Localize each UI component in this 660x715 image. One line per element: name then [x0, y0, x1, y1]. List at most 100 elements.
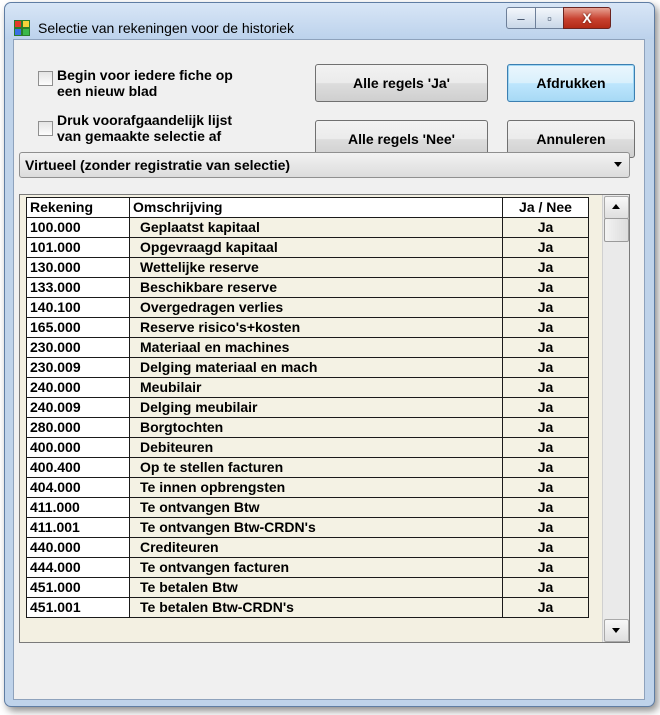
table-row[interactable]: 230.000 Materiaal en machines Ja	[26, 337, 589, 358]
window-title: Selectie van rekeningen voor de historie…	[38, 20, 295, 36]
cell-account: 451.000	[26, 577, 130, 598]
cell-account: 165.000	[26, 317, 130, 338]
cell-yes-no[interactable]: Ja	[502, 377, 589, 398]
table-row[interactable]: 400.000 Debiteuren Ja	[26, 437, 589, 458]
selection-mode-dropdown[interactable]: Virtueel (zonder registratie van selecti…	[19, 152, 630, 178]
cell-description: Te betalen Btw-CRDN's	[129, 597, 503, 618]
table-row[interactable]: 451.000 Te betalen Btw Ja	[26, 577, 589, 598]
accounts-table: Rekening Omschrijving Ja / Nee 100.000 Ge…	[26, 197, 589, 618]
cell-yes-no[interactable]: Ja	[502, 417, 589, 438]
cell-description: Op te stellen facturen	[129, 457, 503, 478]
table-row[interactable]: 411.000 Te ontvangen Btw Ja	[26, 497, 589, 518]
table-row[interactable]: 133.000 Beschikbare reserve Ja	[26, 277, 589, 298]
cell-yes-no[interactable]: Ja	[502, 557, 589, 578]
table-row[interactable]: 411.001 Te ontvangen Btw-CRDN's Ja	[26, 517, 589, 538]
arrow-up-icon	[612, 204, 620, 209]
table-row[interactable]: 140.100 Overgedragen verlies Ja	[26, 297, 589, 318]
close-icon: X	[582, 10, 592, 26]
scroll-thumb[interactable]	[604, 218, 629, 242]
cell-description: Te innen opbrengsten	[129, 477, 503, 498]
print-list-label[interactable]: Druk voorafgaandelijk lijst van gemaakte…	[57, 112, 232, 144]
cell-account: 100.000	[26, 217, 130, 238]
cell-yes-no[interactable]: Ja	[502, 517, 589, 538]
cell-yes-no[interactable]: Ja	[502, 357, 589, 378]
cell-yes-no[interactable]: Ja	[502, 297, 589, 318]
table-row[interactable]: 444.000 Te ontvangen facturen Ja	[26, 557, 589, 578]
cell-account: 400.400	[26, 457, 130, 478]
selection-mode-value: Virtueel (zonder registratie van selecti…	[25, 157, 291, 173]
vertical-scrollbar[interactable]	[602, 195, 629, 642]
cell-yes-no[interactable]: Ja	[502, 217, 589, 238]
cell-description: Borgtochten	[129, 417, 503, 438]
table-row[interactable]: 240.009 Delging meubilair Ja	[26, 397, 589, 418]
arrow-down-icon	[612, 628, 620, 633]
cell-account: 280.000	[26, 417, 130, 438]
cell-account: 133.000	[26, 277, 130, 298]
cell-description: Debiteuren	[129, 437, 503, 458]
title-bar[interactable]: Selectie van rekeningen voor de historie…	[5, 3, 654, 39]
table-header-row: Rekening Omschrijving Ja / Nee	[26, 197, 589, 218]
table-row[interactable]: 100.000 Geplaatst kapitaal Ja	[26, 217, 589, 238]
scroll-down-button[interactable]	[604, 619, 629, 642]
table-row[interactable]: 404.000 Te innen opbrengsten Ja	[26, 477, 589, 498]
scroll-up-button[interactable]	[604, 196, 629, 219]
table-row[interactable]: 240.000 Meubilair Ja	[26, 377, 589, 398]
table-row[interactable]: 280.000 Borgtochten Ja	[26, 417, 589, 438]
cell-description: Overgedragen verlies	[129, 297, 503, 318]
app-icon	[14, 20, 30, 36]
cell-yes-no[interactable]: Ja	[502, 477, 589, 498]
cell-description: Te ontvangen facturen	[129, 557, 503, 578]
cell-yes-no[interactable]: Ja	[502, 577, 589, 598]
cell-yes-no[interactable]: Ja	[502, 597, 589, 618]
cell-account: 411.001	[26, 517, 130, 538]
column-header-description[interactable]: Omschrijving	[129, 197, 503, 218]
all-yes-button[interactable]: Alle regels 'Ja'	[315, 64, 488, 102]
cell-description: Meubilair	[129, 377, 503, 398]
cell-yes-no[interactable]: Ja	[502, 277, 589, 298]
cell-account: 404.000	[26, 477, 130, 498]
dialog-window: Selectie van rekeningen voor de historie…	[4, 2, 655, 707]
cell-yes-no[interactable]: Ja	[502, 537, 589, 558]
cell-description: Materiaal en machines	[129, 337, 503, 358]
cell-description: Reserve risico's+kosten	[129, 317, 503, 338]
cell-account: 130.000	[26, 257, 130, 278]
column-header-account[interactable]: Rekening	[26, 197, 130, 218]
cell-description: Te ontvangen Btw	[129, 497, 503, 518]
new-page-label[interactable]: Begin voor iedere fiche op een nieuw bla…	[57, 67, 233, 99]
new-page-checkbox[interactable]	[38, 71, 53, 86]
table-row[interactable]: 440.000 Crediteuren Ja	[26, 537, 589, 558]
cell-yes-no[interactable]: Ja	[502, 257, 589, 278]
column-header-yes-no[interactable]: Ja / Nee	[502, 197, 589, 218]
print-button[interactable]: Afdrukken	[507, 64, 635, 102]
table-row[interactable]: 130.000 Wettelijke reserve Ja	[26, 257, 589, 278]
cell-description: Crediteuren	[129, 537, 503, 558]
maximize-icon: ▫	[547, 10, 552, 26]
cell-yes-no[interactable]: Ja	[502, 317, 589, 338]
accounts-grid[interactable]: Rekening Omschrijving Ja / Nee 100.000 Ge…	[19, 194, 630, 643]
table-row[interactable]: 230.009 Delging materiaal en mach Ja	[26, 357, 589, 378]
minimize-button[interactable]: –	[506, 7, 536, 29]
cell-yes-no[interactable]: Ja	[502, 497, 589, 518]
cell-account: 411.000	[26, 497, 130, 518]
cell-yes-no[interactable]: Ja	[502, 237, 589, 258]
cell-yes-no[interactable]: Ja	[502, 337, 589, 358]
cell-yes-no[interactable]: Ja	[502, 397, 589, 418]
print-list-checkbox[interactable]	[38, 121, 53, 136]
cell-description: Te ontvangen Btw-CRDN's	[129, 517, 503, 538]
chevron-down-icon	[614, 162, 622, 167]
cell-yes-no[interactable]: Ja	[502, 437, 589, 458]
grid-content: Rekening Omschrijving Ja / Nee 100.000 Ge…	[26, 197, 608, 618]
cell-account: 230.009	[26, 357, 130, 378]
cell-description: Delging materiaal en mach	[129, 357, 503, 378]
cell-description: Geplaatst kapitaal	[129, 217, 503, 238]
cell-account: 101.000	[26, 237, 130, 258]
cell-account: 240.009	[26, 397, 130, 418]
table-row[interactable]: 451.001 Te betalen Btw-CRDN's Ja	[26, 597, 589, 618]
maximize-button[interactable]: ▫	[535, 7, 564, 29]
close-button[interactable]: X	[563, 7, 611, 29]
cell-description: Delging meubilair	[129, 397, 503, 418]
cell-yes-no[interactable]: Ja	[502, 457, 589, 478]
table-row[interactable]: 165.000 Reserve risico's+kosten Ja	[26, 317, 589, 338]
table-row[interactable]: 101.000 Opgevraagd kapitaal Ja	[26, 237, 589, 258]
table-row[interactable]: 400.400 Op te stellen facturen Ja	[26, 457, 589, 478]
